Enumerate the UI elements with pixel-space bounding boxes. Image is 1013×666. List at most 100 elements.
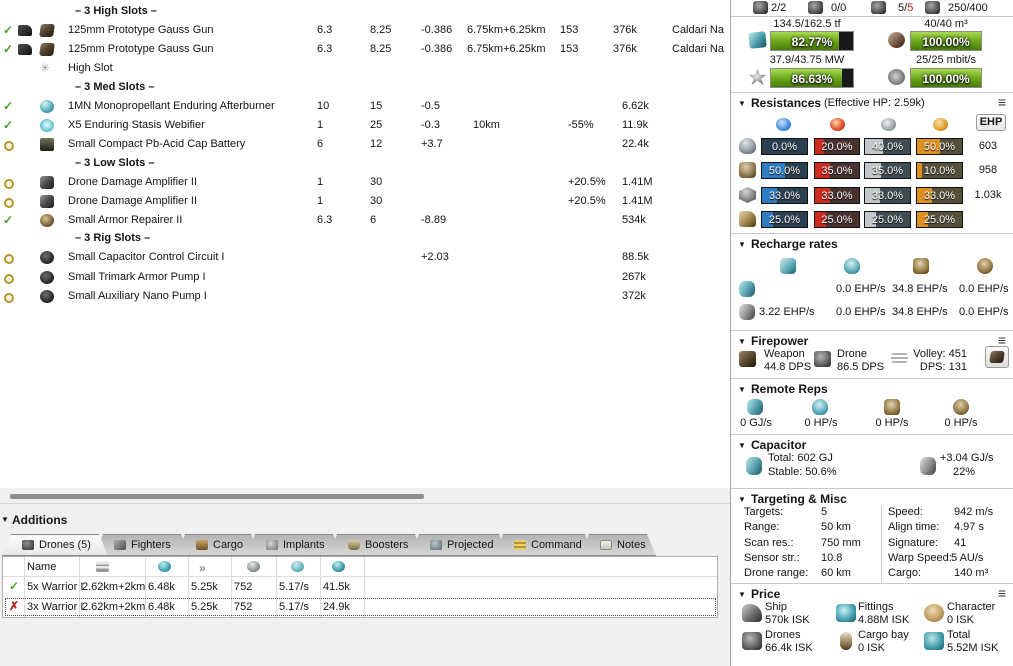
section-label: – 3 High Slots – <box>75 5 157 17</box>
turret-module-icon <box>39 43 55 56</box>
shield-column-icon[interactable] <box>247 561 260 572</box>
powergrid-gauge-percent: 86.63% <box>771 72 853 86</box>
capacitor-regen-icon <box>920 457 936 475</box>
section-label: – 3 Low Slots – <box>75 157 154 169</box>
horizontal-scrollbar[interactable] <box>0 489 730 504</box>
online-state-icon[interactable] <box>4 293 14 303</box>
section-label: – 3 Med Slots – <box>75 81 154 93</box>
targeting-title[interactable]: Targeting & Misc <box>751 492 847 506</box>
price-column-icon[interactable] <box>332 561 345 572</box>
collapse-triangle-icon[interactable]: ▼ <box>738 240 746 249</box>
fitting-row-armor-repairer[interactable]: ✓ Small Armor Repairer II 6.3 6 -8.89 53… <box>0 211 730 230</box>
active-state-icon[interactable]: ✓ <box>3 25 13 36</box>
fitting-row-cap-battery[interactable]: Small Compact Pb-Acid Cap Battery 6 12 +… <box>0 135 730 154</box>
online-state-icon[interactable] <box>4 198 14 208</box>
stat-1: 6.3 <box>317 24 332 36</box>
character-price-label: Character <box>947 601 995 613</box>
stat-tracking: 153 <box>560 43 578 55</box>
fitting-row-afterburner[interactable]: ✓ 1MN Monopropellant Enduring Afterburne… <box>0 97 730 116</box>
scan-res-value: 750 mm <box>821 537 861 549</box>
remote-hull-value: 0 HP/s <box>933 417 989 429</box>
cargo-price-value: 0 ISK <box>858 642 885 654</box>
stat-2: 30 <box>370 176 382 188</box>
empty-slot-label: High Slot <box>68 62 113 74</box>
active-state-icon[interactable]: ✓ <box>3 101 13 112</box>
fitting-row-empty-high-slot[interactable]: ✳ High Slot <box>0 59 730 78</box>
stat-3: -0.386 <box>421 24 452 36</box>
firepower-mode-button[interactable] <box>985 346 1009 368</box>
drone-row-active[interactable]: ✓ 5x Warrior I 2.62km+2km 6.48k 5.25k 75… <box>4 577 717 597</box>
price-title[interactable]: Price <box>751 587 780 601</box>
warp-speed-label: Warp Speed: <box>888 552 952 564</box>
tab-boosters[interactable]: Boosters <box>328 534 424 556</box>
fitting-row-dda-2[interactable]: Drone Damage Amplifier II 1 30 +20.5% 1.… <box>0 192 730 211</box>
armor-ehp-value: 958 <box>966 164 1010 176</box>
active-state-icon[interactable]: ✓ <box>3 215 13 226</box>
speed-column-icon[interactable]: » <box>199 561 212 572</box>
tab-fighters[interactable]: Fighters <box>94 534 190 556</box>
collapse-triangle-icon[interactable]: ▼ <box>738 441 746 450</box>
price-menu-icon[interactable]: ≡ <box>998 587 1006 599</box>
collapse-triangle-icon[interactable]: ▼ <box>1 515 9 524</box>
firepower-title[interactable]: Firepower <box>751 334 808 348</box>
fitting-row-dda-1[interactable]: Drone Damage Amplifier II 1 30 +20.5% 1.… <box>0 173 730 192</box>
active-state-icon[interactable]: ✓ <box>3 120 13 131</box>
ammo-charge-icon[interactable] <box>18 25 32 36</box>
collapse-triangle-icon[interactable]: ▼ <box>738 337 746 346</box>
remote-reps-title[interactable]: Remote Reps <box>751 382 828 396</box>
hull-explosive-resist: 33.0% <box>916 187 963 204</box>
shield-em-resist: 0.0% <box>761 138 808 155</box>
online-state-icon[interactable] <box>4 141 14 151</box>
ship-stats-panel: 2/2 0/0 5/5 250/400 134.5/162.5 tf 82.77… <box>730 0 1013 666</box>
ehp-toggle-button[interactable]: EHP <box>976 114 1006 131</box>
stat-2: 8.25 <box>370 43 391 55</box>
tab-projected[interactable]: Projected <box>410 534 508 556</box>
collapse-triangle-icon[interactable]: ▼ <box>738 590 746 599</box>
active-state-icon[interactable]: ✓ <box>3 44 13 55</box>
resistances-title[interactable]: Resistances <box>751 96 821 110</box>
drone-row-inactive-selected[interactable]: ✗ 3x Warrior I 2.62km+2km 6.48k 5.25k 75… <box>4 597 717 617</box>
scrollbar-thumb[interactable] <box>10 494 424 499</box>
fitting-row-gun-1[interactable]: ✓ 125mm Prototype Gauss Gun 6.3 8.25 -0.… <box>0 21 730 40</box>
tab-label: Projected <box>447 539 493 551</box>
tab-command[interactable]: Command <box>494 534 594 556</box>
capacitor-title[interactable]: Capacitor <box>751 438 806 452</box>
collapse-triangle-icon[interactable]: ▼ <box>738 495 746 504</box>
online-state-icon[interactable] <box>4 274 14 284</box>
inactive-state-icon[interactable]: ✗ <box>9 601 19 612</box>
fitting-row-rig-trimark[interactable]: Small Trimark Armor Pump I 267k <box>0 268 730 287</box>
active-state-icon[interactable]: ✓ <box>9 581 19 592</box>
damage-profile-icon[interactable] <box>739 211 756 227</box>
additions-header[interactable]: ▼ Additions <box>0 512 730 530</box>
online-state-icon[interactable] <box>4 254 14 264</box>
module-name: Small Capacitor Control Circuit I <box>68 251 225 263</box>
cap-battery-module-icon <box>40 138 54 151</box>
ehp-column-icon[interactable] <box>158 561 171 572</box>
remote-energy-value: 0 GJ/s <box>731 417 781 429</box>
range-column-icon[interactable] <box>96 561 109 572</box>
fitting-row-rig-ccc[interactable]: Small Capacitor Control Circuit I +2.03 … <box>0 248 730 267</box>
remote-armor-icon <box>884 399 900 415</box>
module-name: 1MN Monopropellant Enduring Afterburner <box>68 100 275 112</box>
tab-drones[interactable]: Drones (5) <box>2 534 108 556</box>
firepower-menu-icon[interactable]: ≡ <box>998 334 1006 346</box>
recharge-title[interactable]: Recharge rates <box>751 237 838 251</box>
name-column-header[interactable]: Name <box>27 561 56 573</box>
shield-ehp-value: 603 <box>966 140 1010 152</box>
online-state-icon[interactable] <box>4 179 14 189</box>
notes-tab-icon <box>600 540 612 550</box>
fitting-row-webifier[interactable]: ✓ X5 Enduring Stasis Webifier 1 25 -0.3 … <box>0 116 730 135</box>
fitting-row-gun-2[interactable]: ✓ 125mm Prototype Gauss Gun 6.3 8.25 -0.… <box>0 40 730 59</box>
fitting-row-rig-nano-pump[interactable]: Small Auxiliary Nano Pump I 372k <box>0 287 730 306</box>
drone-range-label: Drone range: <box>744 567 808 579</box>
resistances-menu-icon[interactable]: ≡ <box>998 96 1006 108</box>
collapse-triangle-icon[interactable]: ▼ <box>738 99 746 108</box>
price: 534k <box>622 214 646 226</box>
collapse-triangle-icon[interactable]: ▼ <box>738 385 746 394</box>
profile-em: 25.0% <box>761 211 808 228</box>
ammo-charge-icon[interactable] <box>18 44 32 55</box>
remote-energy-icon <box>747 399 763 415</box>
tab-implants[interactable]: Implants <box>246 534 342 556</box>
weapon-label: Weapon <box>764 348 805 360</box>
shield-regen-column-icon[interactable] <box>291 561 304 572</box>
